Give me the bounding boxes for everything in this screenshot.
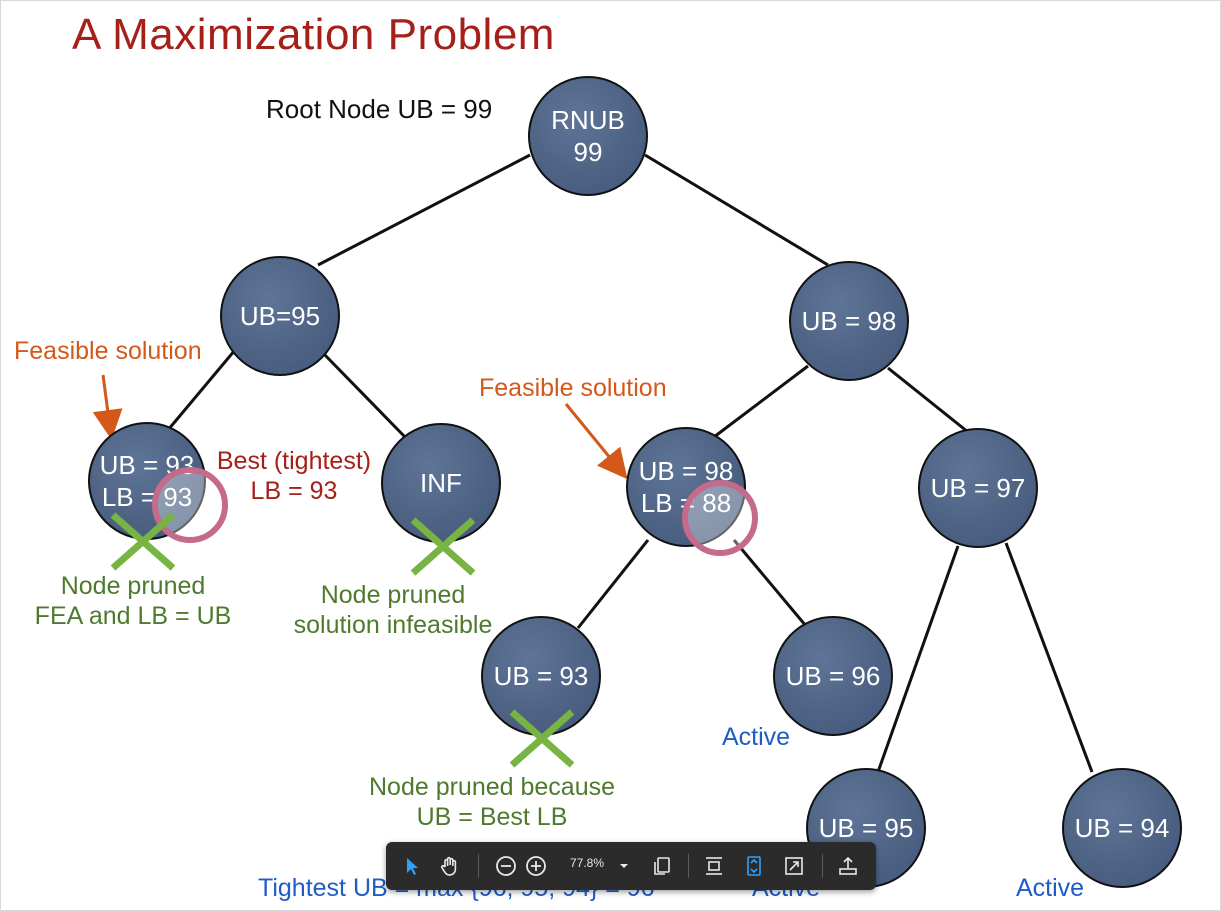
best-lb-label: Best (tightest) LB = 93	[212, 446, 376, 506]
viewer-toolbar: 77.8%	[386, 842, 876, 890]
pruned-inf-label: Node pruned solution infeasible	[290, 580, 496, 640]
pruned-fea-line2: FEA and LB = UB	[34, 602, 232, 630]
highlight-ring-lb88	[682, 480, 758, 556]
pruned-inf-line1: Node pruned	[320, 581, 466, 609]
toolbar-separator	[688, 854, 689, 878]
fit-height-icon[interactable]	[700, 852, 728, 880]
pruned-ub-line2: UB = Best LB	[416, 803, 568, 831]
active-label-96: Active	[722, 723, 791, 751]
best-lb-line1: Best (tightest)	[216, 447, 372, 475]
prune-cross-inf	[410, 517, 476, 576]
feasible-solution-left-label: Feasible solution	[14, 337, 202, 365]
export-icon[interactable]	[834, 852, 862, 880]
prune-cross-fea	[110, 512, 176, 571]
select-cursor-icon[interactable]	[398, 852, 426, 880]
hand-pan-icon[interactable]	[436, 852, 464, 880]
best-lb-line2: LB = 93	[250, 477, 338, 505]
fullscreen-icon[interactable]	[780, 852, 808, 880]
fit-page-icon[interactable]	[740, 852, 768, 880]
pruned-ub-line1: Node pruned because	[368, 773, 616, 801]
zoom-in-icon[interactable]	[522, 852, 550, 880]
toolbar-separator	[822, 854, 823, 878]
copy-pages-icon[interactable]	[648, 852, 676, 880]
pruned-fea-label: Node pruned FEA and LB = UB	[30, 571, 236, 631]
pruned-inf-line2: solution infeasible	[293, 611, 493, 639]
prune-cross-ub	[509, 709, 575, 768]
feasible-solution-right-label: Feasible solution	[479, 374, 667, 402]
toolbar-separator	[478, 854, 479, 878]
pruned-ub-label: Node pruned because UB = Best LB	[360, 772, 624, 832]
pruned-fea-line1: Node pruned	[60, 572, 206, 600]
root-ub-label: Root Node UB = 99	[266, 94, 493, 124]
zoom-level[interactable]: 77.8%	[570, 856, 604, 870]
active-label-94: Active	[1016, 874, 1085, 902]
zoom-out-icon[interactable]	[492, 852, 520, 880]
zoom-dropdown-icon[interactable]	[610, 852, 638, 880]
